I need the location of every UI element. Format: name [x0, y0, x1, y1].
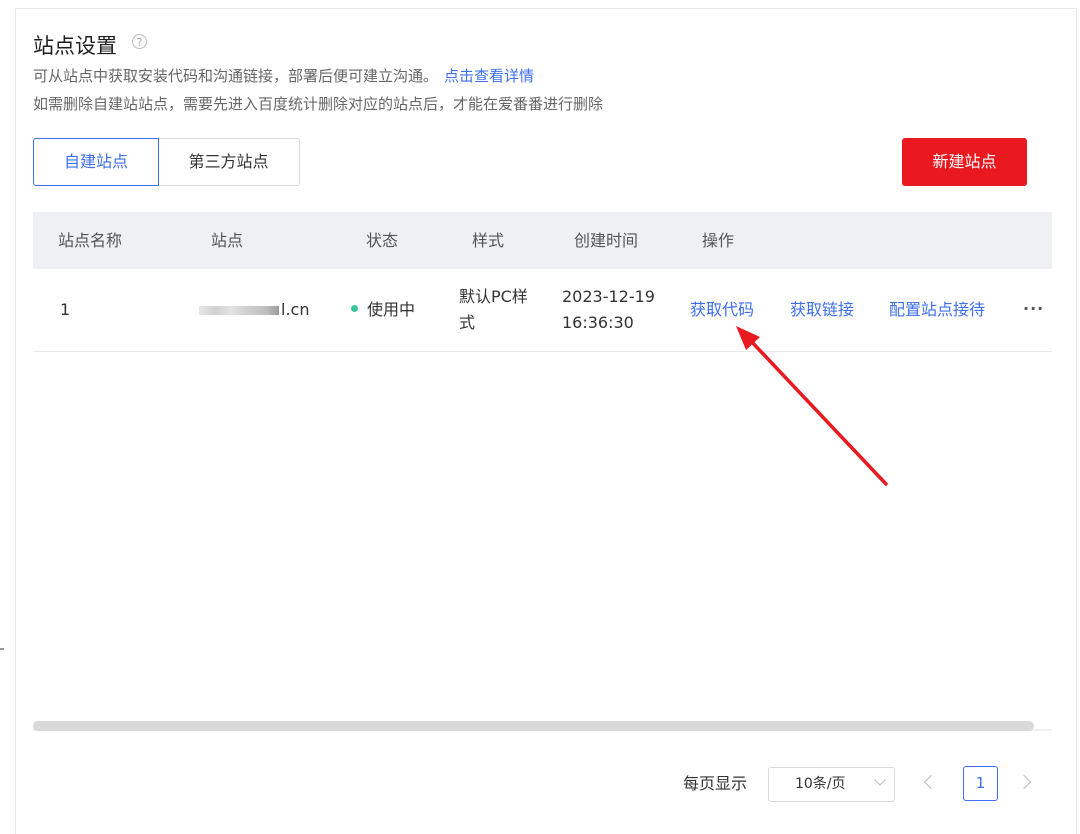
help-icon[interactable]: ?	[132, 34, 147, 49]
site-suffix: l.cn	[281, 300, 310, 319]
created-date: 2023-12-19	[562, 287, 655, 306]
description-line-1: 可从站点中获取安装代码和沟通链接，部署后便可建立沟通。 点击查看详情	[33, 65, 534, 87]
column-header-created-time: 创建时间	[574, 231, 639, 250]
column-header-status: 状态	[366, 231, 399, 250]
description-text: 可从站点中获取安装代码和沟通链接，部署后便可建立沟通。	[33, 67, 439, 85]
status-dot-icon	[351, 305, 358, 312]
configure-reception-link[interactable]: 配置站点接待	[889, 297, 985, 323]
page-size-select[interactable]: 10条/页	[768, 767, 895, 802]
description-line-2: 如需删除自建站站点，需要先进入百度统计删除对应的站点后，才能在爱番番进行删除	[33, 95, 604, 113]
page-title: 站点设置	[33, 34, 117, 58]
details-link[interactable]: 点击查看详情	[444, 67, 534, 85]
get-code-link[interactable]: 获取代码	[690, 297, 754, 323]
column-header-site: 站点	[211, 231, 244, 250]
column-header-actions: 操作	[702, 231, 735, 250]
table-header: 站点名称 站点 状态 样式 创建时间 操作	[33, 212, 1052, 269]
cell-site: l.cn	[199, 297, 309, 323]
cell-created-time: 2023-12-19 16:36:30	[562, 284, 655, 336]
table-row: 1 l.cn 使用中 默认PC样 式 2023-12-19 16:36:30 获…	[33, 269, 1052, 352]
per-page-label: 每页显示	[683, 774, 748, 793]
blurred-domain	[199, 306, 279, 315]
content-panel	[15, 8, 1077, 834]
created-time: 16:36:30	[562, 313, 634, 332]
cell-status: 使用中	[351, 297, 415, 323]
page-number-current[interactable]: 1	[963, 766, 998, 801]
style-line-2: 式	[459, 313, 476, 332]
status-text: 使用中	[367, 300, 416, 319]
horizontal-scrollbar[interactable]	[33, 721, 1034, 731]
style-line-1: 默认PC样	[459, 287, 528, 306]
get-link-link[interactable]: 获取链接	[790, 297, 854, 323]
column-header-site-name: 站点名称	[58, 231, 123, 250]
edge-mark	[0, 648, 4, 650]
tab-self-built-sites[interactable]: 自建站点	[33, 138, 159, 186]
cell-style: 默认PC样 式	[459, 284, 528, 336]
page-size-value: 10条/页	[795, 776, 846, 792]
cell-site-name: 1	[60, 300, 71, 319]
new-site-button[interactable]: 新建站点	[902, 138, 1027, 186]
tab-third-party-sites[interactable]: 第三方站点	[158, 138, 300, 186]
more-actions-icon[interactable]: ···	[1023, 296, 1044, 322]
chevron-down-icon	[874, 774, 886, 786]
column-header-style: 样式	[472, 231, 505, 250]
